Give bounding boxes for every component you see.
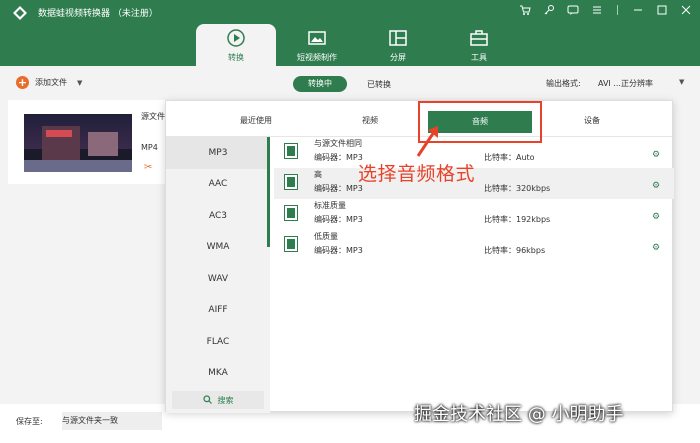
format-item-ac3[interactable]: AC3	[166, 200, 270, 232]
quality-list: 与源文件相同 编码器：MP3 比特率：Auto ⚙ 高 编码器：MP3 比特率：…	[274, 137, 674, 261]
output-format-select[interactable]: AVI ...正分辨率	[598, 78, 653, 89]
save-to-label: 保存至:	[16, 417, 43, 426]
source-format: MP4	[141, 143, 158, 152]
minimize-icon[interactable]	[632, 4, 644, 16]
quality-row[interactable]: 标准质量 编码器：MP3 比特率：192kbps ⚙	[274, 199, 674, 230]
tab-convert[interactable]: 转换	[196, 24, 276, 66]
file-item: 源文件 MP4 ✂	[8, 100, 168, 184]
divider	[617, 5, 618, 15]
format-item-mp3[interactable]: MP3	[166, 137, 270, 169]
tab-tools[interactable]: 工具	[439, 24, 519, 66]
annotation-text: 选择音频格式	[358, 163, 476, 185]
converting-tab[interactable]: 转换中	[293, 76, 347, 92]
chevron-down-icon[interactable]: ▼	[679, 78, 684, 86]
quality-name: 与源文件相同	[314, 139, 362, 148]
app-logo-icon	[13, 6, 27, 20]
save-to-select[interactable]: 与源文件夹一致	[62, 412, 162, 430]
close-icon[interactable]	[680, 4, 692, 16]
tab-device[interactable]: 设备	[542, 101, 642, 137]
app-title: 数据蛙视频转换器 （未注册）	[38, 9, 158, 19]
cart-icon[interactable]	[519, 4, 531, 16]
quality-encoder: 编码器：MP3	[314, 184, 363, 193]
main-tabs: 转换 短视频制作 分屏 工具	[196, 24, 520, 66]
quality-encoder: 编码器：MP3	[314, 246, 363, 255]
audio-file-icon	[284, 174, 298, 190]
tab-label: 分屏	[390, 53, 406, 62]
toolbar: + 添加文件 ▼ 转换中 已转换 输出格式: AVI ...正分辨率 ▼	[0, 66, 700, 100]
tab-short-video[interactable]: 短视频制作	[277, 24, 357, 66]
audio-file-icon	[284, 143, 298, 159]
quality-name: 高	[314, 170, 322, 179]
format-search-button[interactable]: 搜索	[172, 391, 264, 409]
tab-video[interactable]: 视频	[320, 101, 420, 137]
format-item-wav[interactable]: WAV	[166, 263, 270, 295]
format-panel: 最近使用 视频 音频 设备 MP3 AAC AC3 WMA WAV AIFF F…	[165, 100, 674, 413]
chevron-down-icon[interactable]: ▼	[77, 79, 82, 87]
thumbnail-window	[88, 132, 118, 156]
tab-split-screen[interactable]: 分屏	[358, 24, 438, 66]
audio-file-icon	[284, 205, 298, 221]
gear-icon[interactable]: ⚙	[652, 150, 660, 160]
tab-audio[interactable]: 音频	[428, 111, 532, 133]
title-bar: 数据蛙视频转换器 （未注册） 转换 短视频制作 分屏 工具	[0, 0, 700, 66]
tab-label: 转换	[228, 53, 244, 62]
chat-icon[interactable]	[567, 4, 579, 16]
maximize-icon[interactable]	[656, 4, 668, 16]
quality-bitrate: 比特率：96kbps	[484, 246, 546, 255]
convert-icon	[225, 27, 247, 49]
tab-label: 工具	[471, 53, 487, 62]
thumbnail-ground	[24, 160, 132, 172]
plus-icon: +	[16, 76, 29, 89]
format-item-aac[interactable]: AAC	[166, 169, 270, 201]
tab-recent[interactable]: 最近使用	[206, 101, 306, 137]
tab-label: 短视频制作	[297, 53, 337, 62]
quality-encoder: 编码器：MP3	[314, 215, 363, 224]
audio-file-icon	[284, 236, 298, 252]
format-list-scrollbar[interactable]	[267, 137, 270, 247]
add-file-label: 添加文件	[35, 78, 67, 87]
quality-row[interactable]: 低质量 编码器：MP3 比特率：96kbps ⚙	[274, 230, 674, 261]
video-thumbnail[interactable]	[24, 114, 132, 172]
watermark: 掘金技术社区 @ 小明助手	[414, 404, 624, 425]
format-item-aiff[interactable]: AIFF	[166, 295, 270, 327]
menu-icon[interactable]	[591, 4, 603, 16]
converted-tab[interactable]: 已转换	[367, 79, 391, 90]
format-item-mka[interactable]: MKA	[166, 358, 270, 390]
convert-status-toggle: 转换中 已转换	[293, 76, 391, 92]
format-list: MP3 AAC AC3 WMA WAV AIFF FLAC MKA	[166, 137, 270, 413]
quality-bitrate: 比特率：320kbps	[484, 184, 551, 193]
add-file-button[interactable]: + 添加文件 ▼	[16, 76, 82, 89]
quality-bitrate: 比特率：192kbps	[484, 215, 551, 224]
gear-icon[interactable]: ⚙	[652, 212, 660, 222]
gear-icon[interactable]: ⚙	[652, 243, 660, 253]
split-icon	[387, 27, 409, 49]
output-format-label: 输出格式:	[546, 79, 581, 88]
gear-icon[interactable]: ⚙	[652, 181, 660, 191]
quality-name: 低质量	[314, 232, 338, 241]
quality-bitrate: 比特率：Auto	[484, 153, 535, 162]
window-controls	[519, 4, 692, 16]
image-icon	[306, 27, 328, 49]
format-item-wma[interactable]: WMA	[166, 232, 270, 264]
source-file-label: 源文件	[141, 112, 165, 121]
search-icon	[202, 394, 212, 406]
quality-encoder: 编码器：MP3	[314, 153, 363, 162]
key-icon[interactable]	[543, 4, 555, 16]
thumbnail-sign	[46, 130, 72, 137]
format-item-flac[interactable]: FLAC	[166, 326, 270, 358]
edit-tool-icon[interactable]: ✂	[144, 162, 152, 173]
search-label: 搜索	[217, 395, 234, 405]
toolbox-icon	[468, 27, 490, 49]
quality-name: 标准质量	[314, 201, 346, 210]
format-tabs: 最近使用 视频 音频 设备	[166, 101, 672, 137]
